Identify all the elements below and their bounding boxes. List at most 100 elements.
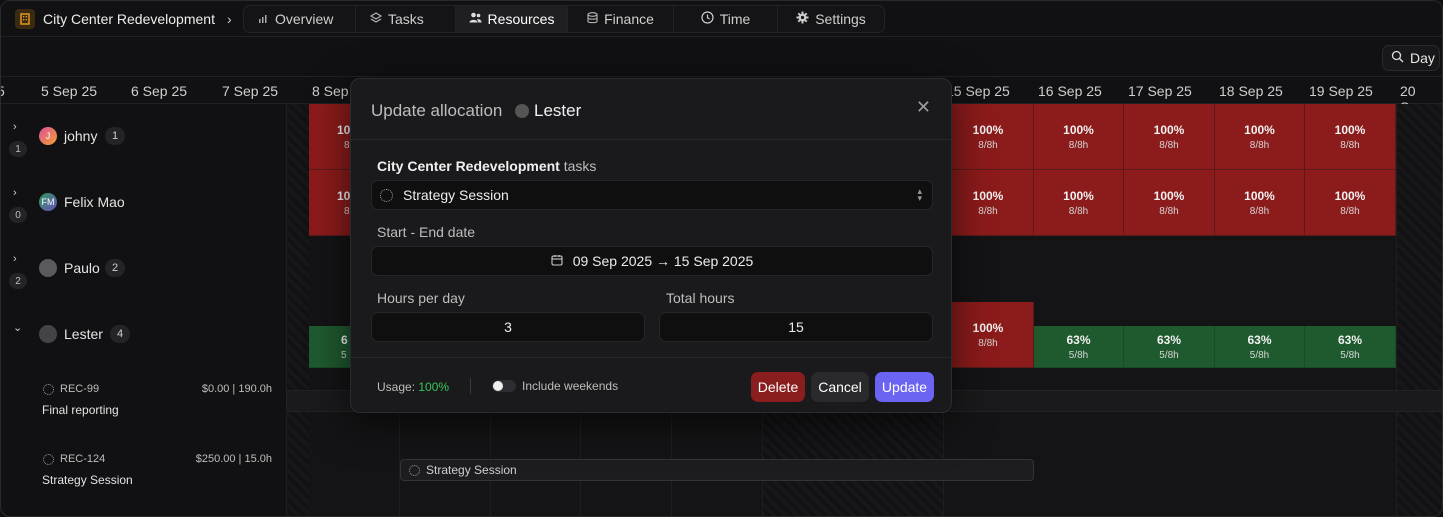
task-bar-strategy-session[interactable]: Strategy Session [400,459,1034,481]
cell-percent: 100% [1063,122,1094,137]
cell-hours: 5/8h [1249,349,1270,361]
cell-hours: 8 [344,205,350,217]
building-icon [15,9,35,29]
cell-percent: 100% [972,122,1004,137]
bar-chart-icon [258,12,269,26]
task-code-text: REC-124 [60,453,106,465]
chevron-right-icon[interactable]: › [13,253,17,265]
allocation-cell[interactable]: 100% 8/8h [1305,170,1396,236]
task-code-text: REC-99 [60,383,100,395]
allocation-cell[interactable]: 100% 8/8h [943,302,1034,368]
task-code: REC-99 [43,383,99,395]
tab-overview[interactable]: Overview [244,6,356,32]
gear-icon [796,11,809,27]
allocation-cell[interactable]: 100% 8/8h [1305,104,1396,170]
include-weekends-toggle[interactable] [492,380,516,392]
cell-percent: 63% [1247,332,1272,347]
dialog-user: Lester [515,101,581,121]
chevron-right-icon: › [226,11,232,27]
resource-name: Paulo [64,260,100,276]
cell-percent: 100% [1334,188,1366,203]
cell-percent: 100% [1244,122,1275,137]
layers-icon [369,11,383,27]
resource-row-paulo[interactable]: › 2 Paulo 2 [1,237,286,303]
resource-name: Felix Mao [64,194,125,210]
resource-row-johny[interactable]: › 1 J johny 1 [1,105,286,171]
tab-label: Finance [604,11,654,27]
view-toolbar: Day [1,37,1442,77]
dialog-footer: Usage: 100% Include weekends Delete Canc… [351,357,951,414]
hours-per-day-input[interactable]: 3 [371,312,645,342]
allocation-cell[interactable]: 63% 5/8h [1124,326,1215,368]
task-select[interactable]: Strategy Session ▴ ▾ [371,180,933,210]
avatar [39,325,57,343]
in-progress-icon [409,464,420,476]
cell-hours: 8/8h [1249,205,1270,217]
allocation-cell[interactable]: 100% 8/8h [1124,104,1215,170]
cell-percent: 10 [337,122,351,137]
update-button[interactable]: Update [875,372,934,402]
date-label: 16 Sep 25 [1038,83,1102,99]
chevron-right-icon[interactable]: › [13,121,17,133]
allocation-cell[interactable]: 100% 8/8h [943,104,1034,170]
allocation-cell[interactable]: 100% 8/8h [1034,170,1124,236]
cell-hours: 8 [344,139,350,151]
cell-percent: 100% [1063,188,1094,203]
date-label: 6 Sep 25 [131,83,188,99]
chevron-down-icon[interactable]: ⌄ [13,321,22,334]
date-label: 18 Sep 25 [1219,83,1283,99]
cell-percent: 100% [1244,188,1275,203]
resource-row-lester[interactable]: ⌄ Lester 4 [1,303,286,369]
allocation-cell[interactable]: 63% 5/8h [1034,326,1124,368]
allocation-cell[interactable]: 100% 8/8h [1215,104,1305,170]
resource-row-felix-mao[interactable]: › 0 FM Felix Mao [1,171,286,237]
cell-percent: 10 [337,188,351,203]
cell-hours: 8/8h [978,139,998,151]
cell-percent: 100% [972,188,1004,203]
project-name-label: City Center Redevelopment [377,158,560,174]
avatar: J [39,127,57,145]
tab-tasks[interactable]: Tasks [356,6,456,32]
weekend-column [286,104,309,516]
allocation-cell[interactable]: 63% 5/8h [1215,326,1305,368]
task-cost: $0.00 | 190.0h [201,383,272,395]
date-label: 19 Sep 25 [1309,83,1373,99]
app-window: City Center Redevelopment › Overview Tas… [0,0,1443,517]
tasks-suffix: tasks [563,158,597,174]
magnifier-icon [1391,50,1404,66]
calendar-icon [551,253,563,269]
divider [470,378,471,394]
allocation-cell[interactable]: 63% 5/8h [1305,326,1396,368]
close-icon[interactable]: ✕ [916,97,931,118]
cell-percent: 100% [1153,188,1185,203]
count-badge: 1 [9,141,27,157]
tab-settings[interactable]: Settings [778,6,884,32]
cell-hours: 8/8h [1340,205,1360,217]
allocation-cell[interactable]: 100% 8/8h [1215,170,1305,236]
task-row[interactable]: REC-124 $250.00 | 15.0h Strategy Session [1,441,286,501]
allocation-cell[interactable]: 100% 8/8h [1034,104,1124,170]
project-name: City Center Redevelopment [43,11,215,27]
allocation-cell[interactable]: 100% 8/8h [943,170,1034,236]
tab-label: Tasks [388,11,424,27]
total-hours-input[interactable]: 15 [659,312,933,342]
task-title: Final reporting [42,403,119,417]
tab-finance[interactable]: Finance [568,6,674,32]
date-range-picker[interactable]: 09 Sep 2025 → 15 Sep 2025 [371,246,933,276]
delete-button[interactable]: Delete [751,372,805,402]
in-progress-icon [380,188,393,202]
date-label: 7 Sep 25 [222,83,279,99]
cell-hours: 8/8h [1340,139,1360,151]
cell-hours: 5/8h [1159,349,1179,361]
in-progress-icon [43,383,54,395]
tab-label: Overview [275,11,334,27]
tab-time[interactable]: Time [674,6,778,32]
zoom-day-button[interactable]: Day [1382,45,1440,71]
chevron-right-icon[interactable]: › [13,187,17,199]
allocation-cell[interactable]: 100% 8/8h [1124,170,1215,236]
project-breadcrumb[interactable]: City Center Redevelopment › [15,7,232,31]
task-row[interactable]: REC-99 $0.00 | 190.0h Final reporting [1,371,286,431]
task-count-badge: 2 [105,259,125,277]
cancel-button[interactable]: Cancel [811,372,869,402]
tab-resources[interactable]: Resources [456,6,568,32]
